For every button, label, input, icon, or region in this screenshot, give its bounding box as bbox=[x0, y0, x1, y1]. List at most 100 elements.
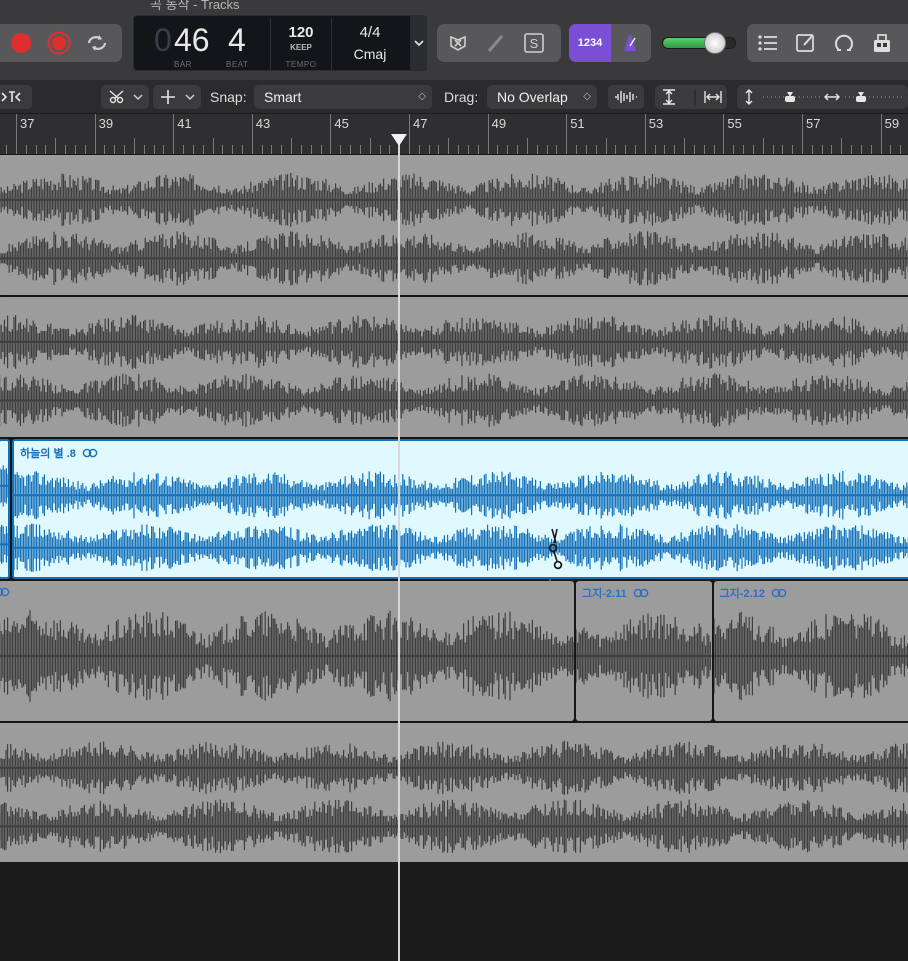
browsers-button[interactable] bbox=[863, 24, 901, 62]
ruler-beat-tick bbox=[526, 138, 528, 154]
svg-text:S: S bbox=[530, 36, 539, 51]
ruler-bar-number: 41 bbox=[177, 116, 192, 131]
ruler-beat-tick bbox=[74, 145, 76, 154]
track-lane: 그지-2.11 그지-2.12 bbox=[0, 580, 908, 722]
lcd-menu-button[interactable] bbox=[410, 16, 427, 70]
ruler-beat-tick bbox=[821, 145, 823, 154]
audio-region[interactable]: 하늘의 별 .8 bbox=[12, 439, 908, 579]
zoom-fit-icon bbox=[663, 89, 722, 105]
ruler-beat-tick bbox=[418, 145, 420, 154]
transport-group bbox=[0, 24, 122, 62]
mode-group: S bbox=[437, 24, 561, 62]
drag-value: No Overlap bbox=[497, 89, 568, 105]
ruler-beat-tick bbox=[153, 145, 155, 154]
ruler-beat-tick bbox=[35, 145, 37, 154]
cycle-button[interactable] bbox=[78, 24, 116, 62]
ruler-beat-tick bbox=[674, 145, 676, 154]
zoom-sliders[interactable] bbox=[737, 85, 908, 109]
autopunch-icon bbox=[450, 35, 466, 51]
ruler-beat-tick bbox=[428, 145, 430, 154]
loop-browser-button[interactable] bbox=[825, 24, 863, 62]
ruler-bar-number: 43 bbox=[255, 116, 271, 131]
command-click-tool-button[interactable] bbox=[153, 85, 201, 109]
scissors-cursor-icon bbox=[548, 528, 563, 584]
autopunch-button[interactable] bbox=[439, 24, 477, 62]
metronome-button[interactable] bbox=[611, 24, 649, 62]
audio-region[interactable] bbox=[0, 723, 908, 863]
ruler-beat-tick bbox=[350, 145, 352, 154]
bar-ruler[interactable]: 37 39 41 43 45 47 49 51 53 55 57 59 bbox=[0, 114, 908, 154]
ruler-beat-tick bbox=[634, 145, 636, 154]
ruler-beat-tick bbox=[743, 145, 745, 154]
ruler-bar-tick bbox=[487, 114, 489, 154]
ruler-beat-tick bbox=[6, 145, 8, 154]
waveform-zoom-button[interactable] bbox=[608, 85, 644, 109]
ruler-bar-number: 47 bbox=[413, 116, 428, 131]
waveform-icon bbox=[615, 91, 637, 103]
ruler-bar-number: 53 bbox=[648, 116, 664, 131]
audio-region[interactable] bbox=[0, 439, 11, 579]
loop-link-icon bbox=[771, 588, 787, 598]
ruler-beat-tick bbox=[369, 138, 371, 154]
ruler-beat-tick bbox=[517, 145, 519, 154]
control-bar: 곡 동작 - Tracks 0 46 4 BAR BEAT 120 KEEP T… bbox=[0, 0, 908, 80]
ruler-beat-tick bbox=[811, 145, 813, 154]
ruler-bar-number: 49 bbox=[491, 116, 507, 131]
snap-value: Smart bbox=[264, 89, 302, 105]
view-filter-button[interactable] bbox=[0, 85, 32, 109]
ruler-beat-tick bbox=[870, 145, 872, 154]
ruler-beat-tick bbox=[693, 145, 695, 154]
ruler-beat-tick bbox=[792, 145, 794, 154]
master-volume-slider[interactable] bbox=[662, 32, 736, 54]
drag-select[interactable]: No Overlap ◇ bbox=[487, 85, 597, 109]
ruler-beat-tick bbox=[576, 145, 578, 154]
audio-region[interactable] bbox=[0, 297, 908, 437]
audio-region[interactable] bbox=[0, 581, 575, 721]
lcd-bar-value: 46 bbox=[174, 22, 210, 58]
region-name: 하늘의 별 .8 bbox=[20, 445, 98, 461]
record-button[interactable] bbox=[2, 24, 40, 62]
lcd-position: 0 46 4 BAR BEAT bbox=[134, 16, 248, 72]
lcd-tempo-mode: KEEP bbox=[290, 43, 312, 52]
notepad-button[interactable] bbox=[787, 24, 825, 62]
ruler-beat-tick bbox=[114, 145, 116, 154]
waveform bbox=[0, 314, 908, 428]
replace-button[interactable] bbox=[40, 24, 78, 62]
ruler-beat-tick bbox=[841, 138, 843, 154]
ruler-beat-tick bbox=[320, 145, 322, 154]
ruler-beat-tick bbox=[752, 145, 754, 154]
ruler-beat-tick bbox=[212, 138, 214, 154]
scissors-tool-icon bbox=[109, 90, 143, 104]
filter-icon bbox=[1, 91, 21, 102]
lcd-time-signature: 4/4 bbox=[359, 24, 381, 41]
playhead-handle[interactable] bbox=[391, 134, 408, 146]
waveform bbox=[713, 611, 908, 701]
count-in-button[interactable]: 1234 bbox=[569, 24, 611, 62]
list-editors-button[interactable] bbox=[749, 24, 787, 62]
ruler-beat-tick bbox=[762, 138, 764, 154]
playhead-line[interactable] bbox=[398, 140, 401, 961]
audio-region[interactable]: 그지-2.12 bbox=[713, 581, 908, 721]
count-in-group: 1234 bbox=[569, 24, 651, 62]
track-lane bbox=[0, 296, 908, 438]
ruler-beat-tick bbox=[55, 138, 57, 154]
lcd-key: Cmaj bbox=[353, 46, 387, 62]
ruler-beat-tick bbox=[133, 138, 135, 154]
ruler-beat-tick bbox=[772, 145, 774, 154]
ruler-beat-tick bbox=[782, 145, 784, 154]
audio-region[interactable]: 그지-2.11 bbox=[576, 581, 712, 721]
ruler-beat-tick bbox=[733, 145, 735, 154]
lcd-display[interactable]: 0 46 4 BAR BEAT 120 KEEP TEMPO 4/4 Cmaj bbox=[133, 15, 427, 71]
tuner-button[interactable] bbox=[477, 24, 515, 62]
zoom-fit-buttons[interactable] bbox=[655, 85, 727, 109]
left-click-tool-button[interactable] bbox=[101, 85, 149, 109]
ruler-beat-tick bbox=[448, 138, 450, 154]
audio-region[interactable] bbox=[0, 155, 908, 295]
volume-knob[interactable] bbox=[704, 32, 727, 54]
loop-link-icon bbox=[633, 588, 649, 598]
ruler-beat-tick bbox=[143, 145, 145, 154]
solo-button[interactable]: S bbox=[515, 24, 553, 62]
loop-link-icon bbox=[82, 448, 98, 458]
ruler-beat-tick bbox=[310, 145, 312, 154]
snap-select[interactable]: Smart ◇ bbox=[254, 85, 432, 109]
